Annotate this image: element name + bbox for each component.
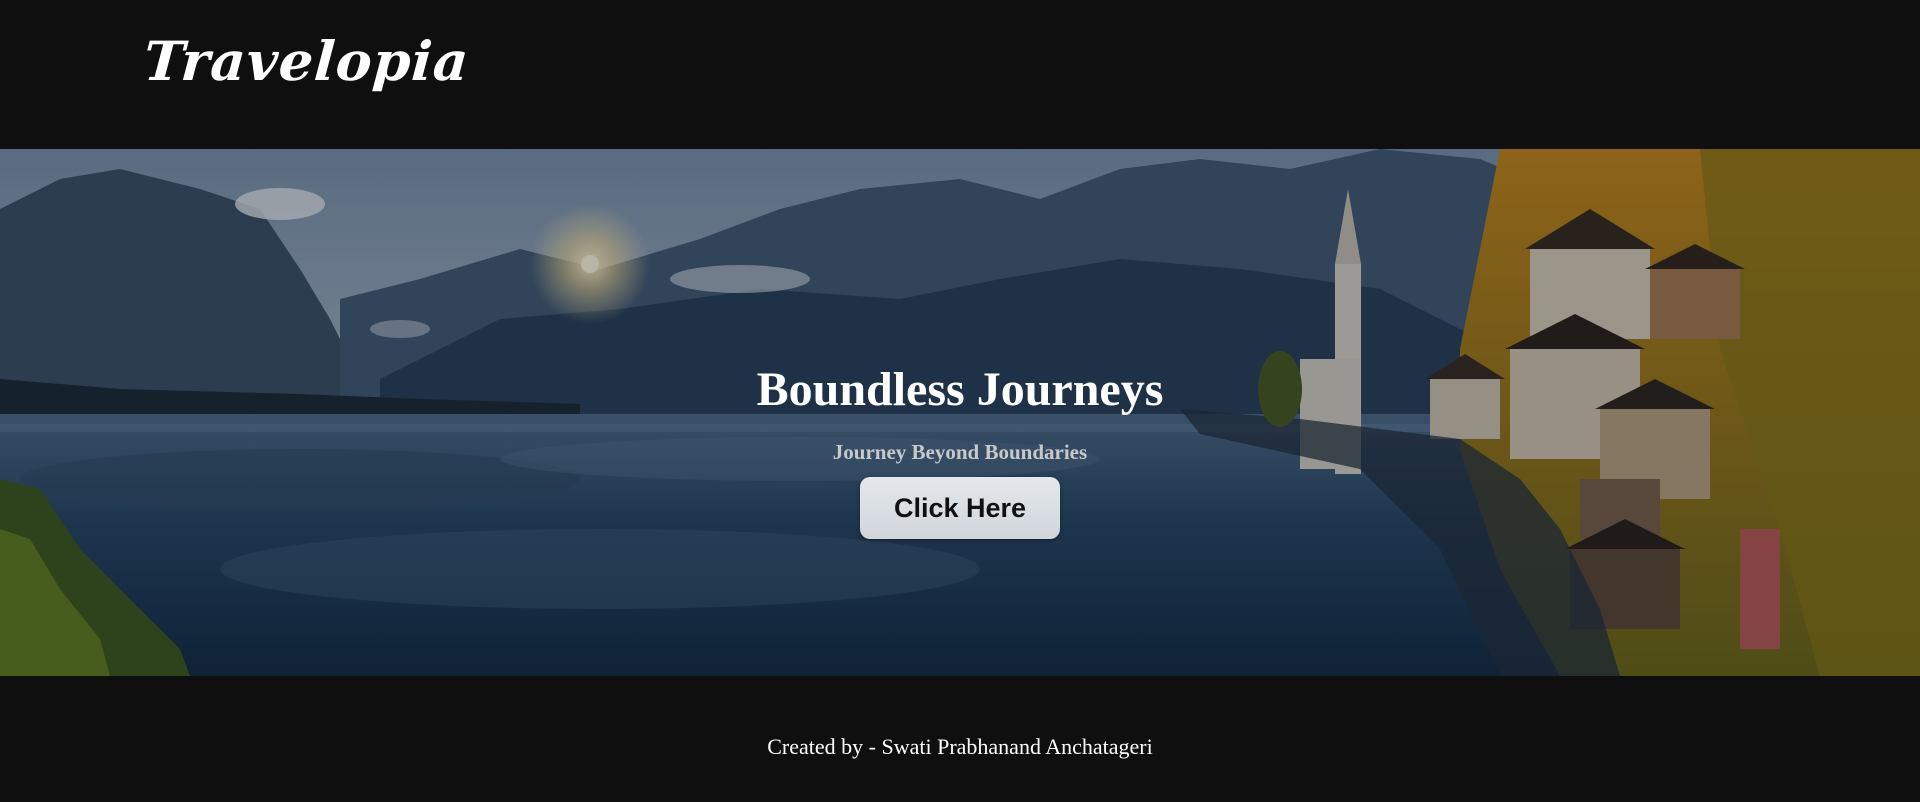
- site-footer: Created by - Swati Prabhanand Anchatager…: [0, 676, 1920, 802]
- hero-banner: Boundless Journeys Journey Beyond Bounda…: [0, 149, 1920, 676]
- click-here-button[interactable]: Click Here: [860, 477, 1060, 539]
- hero-subtitle: Journey Beyond Boundaries: [832, 440, 1088, 464]
- footer-credit: Created by - Swati Prabhanand Anchatager…: [767, 734, 1153, 759]
- site-logo[interactable]: Travelopia: [142, 29, 472, 93]
- hero-title: Boundless Journeys: [756, 363, 1164, 416]
- site-header: Travelopia: [0, 0, 1920, 149]
